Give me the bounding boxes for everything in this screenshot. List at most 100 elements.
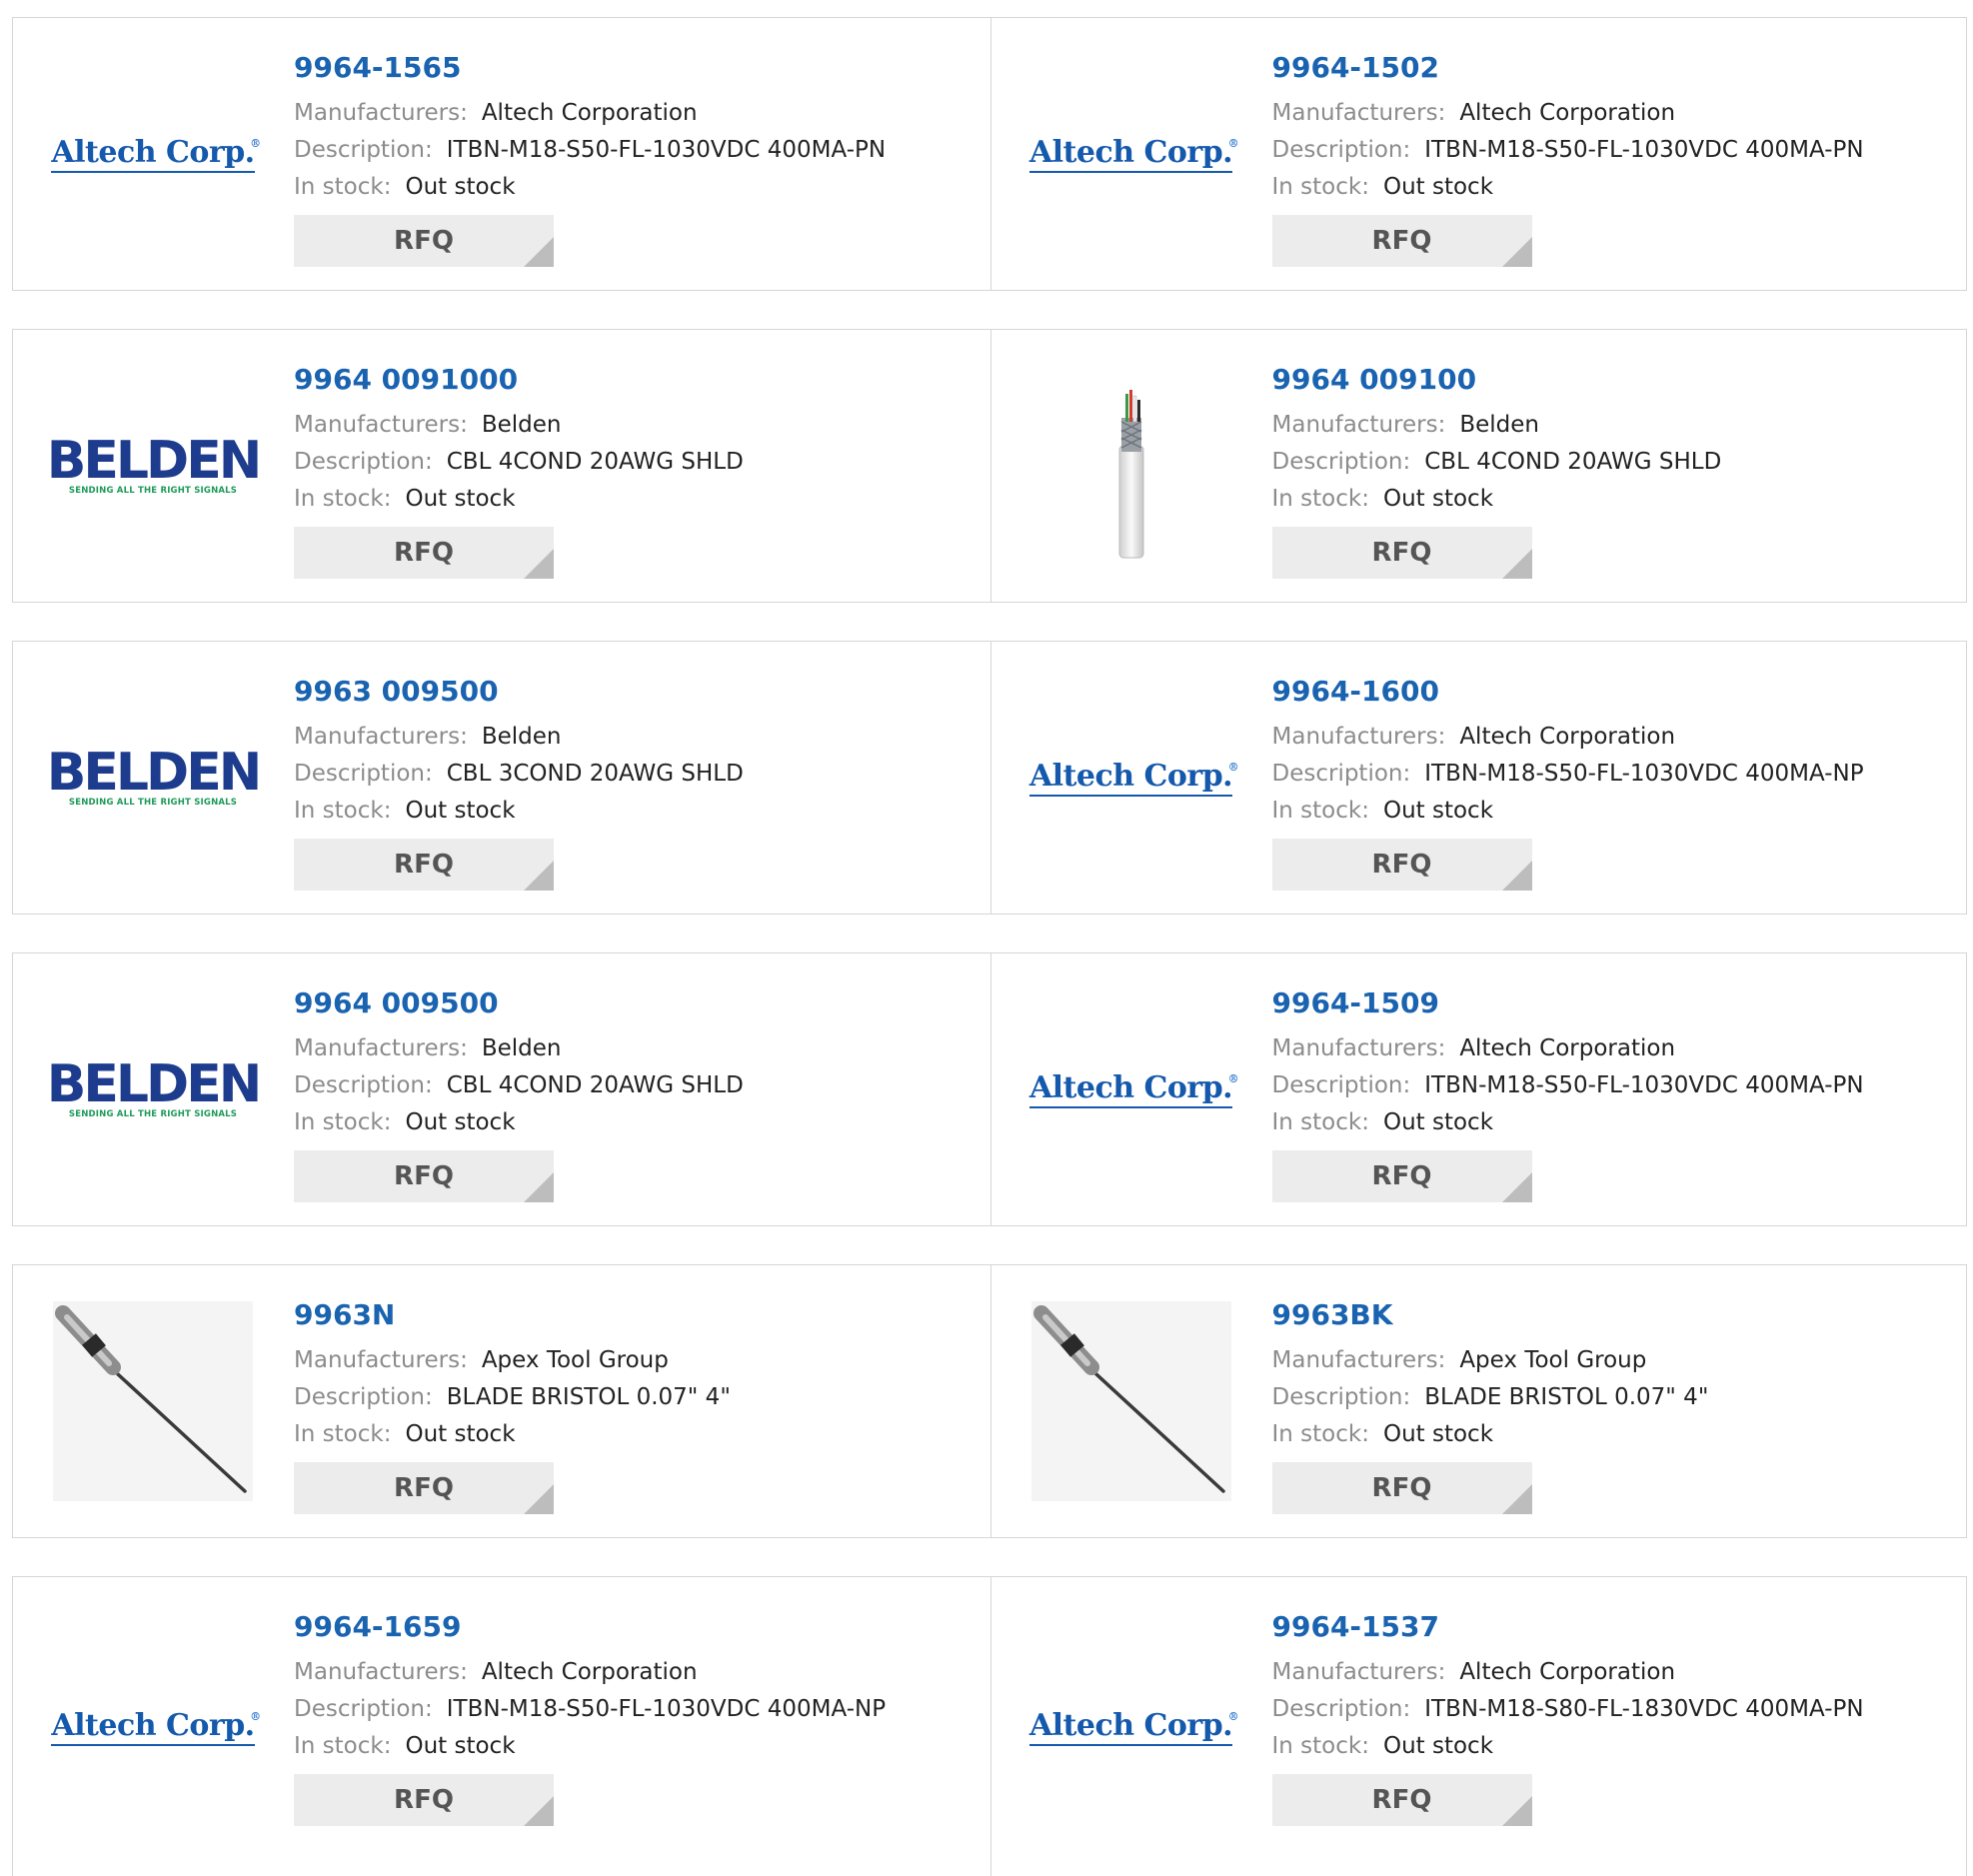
part-number-link[interactable]: 9964 0091000 xyxy=(294,360,981,400)
manufacturer-label: Manufacturers: xyxy=(1271,724,1446,750)
altech-logo: Altech Corp. ® xyxy=(1028,54,1239,254)
corner-triangle-icon xyxy=(524,1484,554,1514)
description-value: ITBN-M18-S50-FL-1030VDC 400MA-NP xyxy=(1424,761,1864,787)
description-value: ITBN-M18-S50-FL-1030VDC 400MA-PN xyxy=(1424,137,1864,163)
product-card: 9964 009100 Manufacturers: Belden Descripti… xyxy=(989,330,1967,602)
stock-value: Out stock xyxy=(405,1733,516,1759)
part-number-link[interactable]: 9964-1600 xyxy=(1272,672,1957,712)
rfq-button[interactable]: RFQ xyxy=(1271,1774,1532,1826)
rfq-label: RFQ xyxy=(394,1161,454,1191)
altech-logo-text: Altech Corp. ® xyxy=(51,135,261,173)
description-value: BLADE BRISTOL 0.07" 4" xyxy=(446,1384,731,1410)
altech-logo-text: Altech Corp. ® xyxy=(1028,1708,1239,1746)
description-value: ITBN-M18-S50-FL-1030VDC 400MA-NP xyxy=(446,1696,887,1722)
manufacturer-label: Manufacturers: xyxy=(1271,412,1446,438)
manufacturer-value: Altech Corporation xyxy=(1459,100,1676,126)
stock-row: In stock: Out stock xyxy=(294,793,981,830)
stock-value: Out stock xyxy=(1382,1109,1494,1135)
manufacturer-row: Manufacturers: Belden xyxy=(294,719,981,756)
part-number-link[interactable]: 9964 009500 xyxy=(294,983,981,1023)
stock-value: Out stock xyxy=(405,486,516,512)
stock-row: In stock: Out stock xyxy=(294,481,981,518)
stock-label: In stock: xyxy=(1271,174,1369,200)
description-value: CBL 3COND 20AWG SHLD xyxy=(446,761,744,787)
manufacturer-row: Manufacturers: Belden xyxy=(294,407,981,444)
part-number-link[interactable]: 9964-1565 xyxy=(294,48,981,88)
belden-logo: BELDEN SENDING ALL THE RIGHT SIGNALS xyxy=(47,678,262,878)
description-label: Description: xyxy=(1271,137,1411,163)
rfq-label: RFQ xyxy=(1371,538,1432,568)
manufacturer-label: Manufacturers: xyxy=(1271,1347,1446,1373)
description-row: Description: CBL 4COND 20AWG SHLD xyxy=(294,1067,981,1104)
corner-triangle-icon xyxy=(1501,1484,1532,1514)
stock-row: In stock: Out stock xyxy=(1272,169,1957,206)
part-number-link[interactable]: 9963 009500 xyxy=(294,672,981,712)
manufacturer-row: Manufacturers: Altech Corporation xyxy=(294,1654,981,1691)
product-info: 9964-1509 Manufacturers: Altech Corporatio… xyxy=(1271,983,1957,1202)
product-info: 9964-1537 Manufacturers: Altech Corporatio… xyxy=(1271,1607,1957,1826)
part-number-link[interactable]: 9964-1509 xyxy=(1272,983,1957,1023)
description-value: CBL 4COND 20AWG SHLD xyxy=(446,449,744,475)
description-row: Description: CBL 4COND 20AWG SHLD xyxy=(294,444,981,481)
belden-logo-mark: BELDEN SENDING ALL THE RIGHT SIGNALS xyxy=(46,1054,262,1119)
part-number-link[interactable]: 9963BK xyxy=(1272,1295,1957,1335)
description-label: Description: xyxy=(294,449,433,475)
rfq-button[interactable]: RFQ xyxy=(1271,215,1532,267)
stock-value: Out stock xyxy=(405,798,516,824)
stock-row: In stock: Out stock xyxy=(294,1728,981,1765)
corner-triangle-icon xyxy=(1501,1172,1532,1202)
rfq-button[interactable]: RFQ xyxy=(294,215,554,267)
manufacturer-value: Altech Corporation xyxy=(1459,1659,1676,1685)
rfq-label: RFQ xyxy=(1371,1473,1432,1503)
rfq-button[interactable]: RFQ xyxy=(1271,1462,1532,1514)
part-number-link[interactable]: 9963N xyxy=(294,1295,981,1335)
manufacturer-label: Manufacturers: xyxy=(294,412,468,438)
manufacturer-row: Manufacturers: Belden xyxy=(1272,407,1957,444)
product-info: 9963 009500 Manufacturers: Belden Descripti… xyxy=(294,672,981,891)
stock-value: Out stock xyxy=(1382,174,1494,200)
corner-triangle-icon xyxy=(1501,549,1532,579)
stock-row: In stock: Out stock xyxy=(1272,793,1957,830)
manufacturer-row: Manufacturers: Apex Tool Group xyxy=(1272,1342,1957,1379)
product-row: BELDEN SENDING ALL THE RIGHT SIGNALS 9964 … xyxy=(12,329,1967,603)
product-card: Altech Corp. ® 9964-1509 Manufacturers: Alte… xyxy=(989,953,1967,1225)
description-row: Description: ITBN-M18-S50-FL-1030VDC 400M… xyxy=(294,1691,981,1728)
product-card: Altech Corp. ® 9964-1659 Manufacturers: Alte… xyxy=(13,1577,990,1876)
stock-label: In stock: xyxy=(294,1733,392,1759)
product-info: 9963BK Manufacturers: Apex Tool Group Descr… xyxy=(1271,1295,1957,1514)
description-label: Description: xyxy=(294,1072,433,1098)
rfq-button[interactable]: RFQ xyxy=(294,527,554,579)
part-number-link[interactable]: 9964-1659 xyxy=(294,1607,981,1647)
stock-value: Out stock xyxy=(405,174,516,200)
rfq-button[interactable]: RFQ xyxy=(294,1462,554,1514)
rfq-button[interactable]: RFQ xyxy=(1271,527,1532,579)
manufacturer-row: Manufacturers: Altech Corporation xyxy=(1272,1654,1957,1691)
product-row: Altech Corp. ® 9964-1659 Manufacturers: Alte… xyxy=(12,1576,1967,1876)
rfq-button[interactable]: RFQ xyxy=(294,1150,554,1202)
stock-label: In stock: xyxy=(1271,798,1369,824)
product-card: 9963BK Manufacturers: Apex Tool Group Descr… xyxy=(989,1265,1967,1537)
corner-triangle-icon xyxy=(1501,237,1532,267)
description-value: ITBN-M18-S50-FL-1030VDC 400MA-PN xyxy=(446,137,887,163)
part-number-link[interactable]: 9964-1537 xyxy=(1272,1607,1957,1647)
rfq-button[interactable]: RFQ xyxy=(1271,839,1532,891)
belden-logo: BELDEN SENDING ALL THE RIGHT SIGNALS xyxy=(47,366,262,566)
rfq-label: RFQ xyxy=(1371,226,1432,256)
manufacturer-value: Altech Corporation xyxy=(1459,724,1676,750)
rfq-button[interactable]: RFQ xyxy=(294,839,554,891)
stock-row: In stock: Out stock xyxy=(1272,1416,1957,1453)
manufacturer-row: Manufacturers: Apex Tool Group xyxy=(294,1342,981,1379)
stock-label: In stock: xyxy=(1271,1109,1369,1135)
description-label: Description: xyxy=(1271,761,1411,787)
product-row: 9963N Manufacturers: Apex Tool Group Descri… xyxy=(12,1264,1967,1538)
description-row: Description: ITBN-M18-S50-FL-1030VDC 400M… xyxy=(1272,1067,1957,1104)
rfq-button[interactable]: RFQ xyxy=(1271,1150,1532,1202)
part-number-link[interactable]: 9964-1502 xyxy=(1272,48,1957,88)
description-value: BLADE BRISTOL 0.07" 4" xyxy=(1424,1384,1709,1410)
description-label: Description: xyxy=(294,137,433,163)
product-card: BELDEN SENDING ALL THE RIGHT SIGNALS 9964 … xyxy=(13,953,990,1225)
rfq-button[interactable]: RFQ xyxy=(294,1774,554,1826)
part-number-link[interactable]: 9964 009100 xyxy=(1272,360,1957,400)
stock-label: In stock: xyxy=(294,486,392,512)
blade-image xyxy=(1030,1301,1231,1501)
